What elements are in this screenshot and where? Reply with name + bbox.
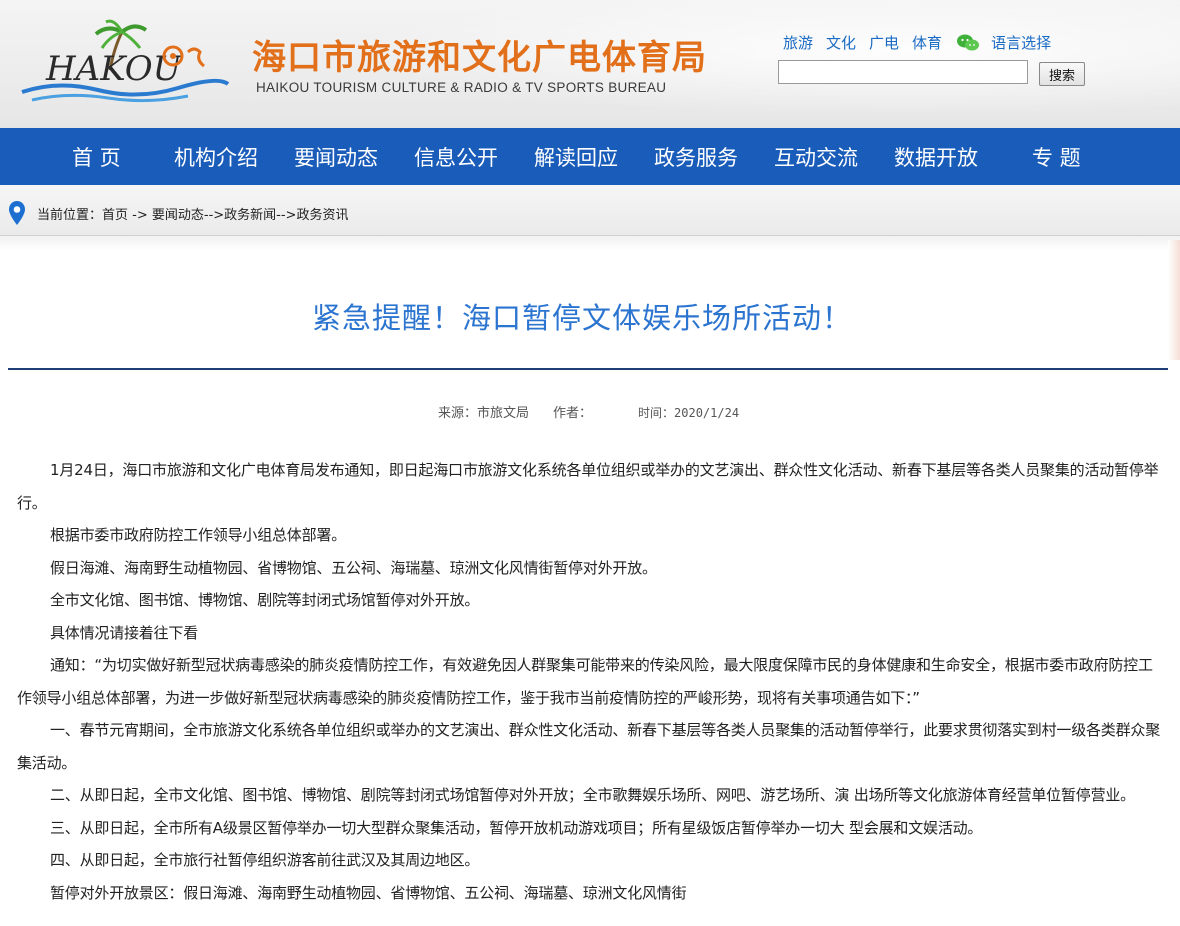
site-subtitle: HAIKOU TOURISM CULTURE & RADIO & TV SPOR… (256, 80, 667, 95)
link-broadcast[interactable]: 广电 (869, 32, 899, 53)
article-source: 来源：市旅文局 (438, 406, 530, 421)
header-shadow (0, 235, 1180, 251)
nav-interaction[interactable]: 互动交流 (774, 142, 858, 172)
paragraph: 二、从即日起，全市文化馆、图书馆、博物馆、剧院等封闭式场馆暂停对外开放；全市歌舞… (50, 786, 1135, 804)
link-tourism[interactable]: 旅游 (783, 32, 813, 53)
breadcrumb: 当前位置：首页 -> 要闻动态-->政务新闻-->政务资讯 (37, 204, 348, 223)
article-meta: 来源：市旅文局 作者： 时间：2020/1/24 (438, 402, 739, 421)
breadcrumb-path[interactable]: 要闻动态-->政务新闻-->政务资讯 (152, 208, 349, 223)
paragraph: 四、从即日起，全市旅行社暂停组织游客前往武汉及其周边地区。 (50, 851, 480, 869)
svg-text:HAKOU: HAKOU (45, 49, 183, 89)
nav-info-disclosure[interactable]: 信息公开 (414, 142, 498, 172)
link-sports[interactable]: 体育 (912, 32, 942, 53)
nav-open-data[interactable]: 数据开放 (894, 142, 978, 172)
nav-news[interactable]: 要闻动态 (294, 142, 378, 172)
haikou-logo[interactable]: HAKOU (18, 18, 233, 108)
breadcrumb-prefix: 当前位置： (37, 208, 103, 223)
paragraph: 暂停对外开放景区：假日海滩、海南野生动植物园、省博物馆、五公祠、海瑞墓、琼洲文化… (50, 883, 687, 902)
nav-home[interactable]: 首 页 (72, 142, 121, 172)
paragraph: 三、从即日起，全市所有A级景区暂停举办一切大型群众聚集活动，暂停开放机动游戏项目… (50, 818, 983, 837)
article-body: 1月24日，海口市旅游和文化广电体育局发布通知，即日起海口市旅游文化系统各单位组… (17, 454, 1163, 909)
right-edge-decoration (1168, 240, 1180, 360)
link-culture[interactable]: 文化 (826, 32, 856, 53)
nav-topics[interactable]: 专 题 (1032, 142, 1081, 172)
paragraph: 具体情况请接着往下看 (50, 623, 199, 642)
nav-interpretation[interactable]: 解读回应 (534, 142, 618, 172)
article-time: 时间：2020/1/24 (638, 406, 740, 420)
paragraph: 1月24日，海口市旅游和文化广电体育局发布通知，即日起海口市旅游文化系统各单位组… (17, 461, 1159, 512)
top-links: 旅游 文化 广电 体育 语言选择 (783, 32, 1064, 53)
site-title: 海口市旅游和文化广电体育局 (252, 38, 707, 78)
article-title: 紧急提醒！海口暂停文体娱乐场所活动！ (311, 301, 852, 335)
paragraph: 一、春节元宵期间，全市旅游文化系统各单位组织或举办的文艺演出、群众性文化活动、新… (17, 721, 1161, 772)
title-divider (8, 368, 1168, 370)
language-select[interactable]: 语言选择 (991, 32, 1051, 53)
breadcrumb-separator: -> (128, 208, 152, 223)
search-button[interactable]: 搜索 (1039, 62, 1085, 86)
wechat-icon[interactable] (957, 34, 980, 52)
location-pin-icon (9, 201, 25, 225)
paragraph: 通知：“为切实做好新型冠状病毒感染的肺炎疫情防控工作，有效避免因人群聚集可能带来… (17, 656, 1153, 707)
nav-gov-services[interactable]: 政务服务 (654, 142, 738, 172)
paragraph: 根据市委市政府防控工作领导小组总体部署。 (50, 526, 347, 544)
breadcrumb-home[interactable]: 首页 (102, 208, 128, 223)
article-author: 作者： (553, 406, 593, 421)
site-header: HAKOU 海口市旅游和文化广电体育局 HAIKOU TOURISM CULTU… (0, 0, 1180, 128)
paragraph: 全市文化馆、图书馆、博物馆、剧院等封闭式场馆暂停对外开放。 (50, 591, 480, 609)
main-nav: 首 页 机构介绍 要闻动态 信息公开 解读回应 政务服务 互动交流 数据开放 专… (0, 128, 1180, 185)
nav-organization[interactable]: 机构介绍 (174, 142, 258, 172)
paragraph: 假日海滩、海南野生动植物园、省博物馆、五公祠、海瑞墓、琼洲文化风情街暂停对外开放… (50, 558, 657, 577)
search-input[interactable] (778, 60, 1028, 84)
